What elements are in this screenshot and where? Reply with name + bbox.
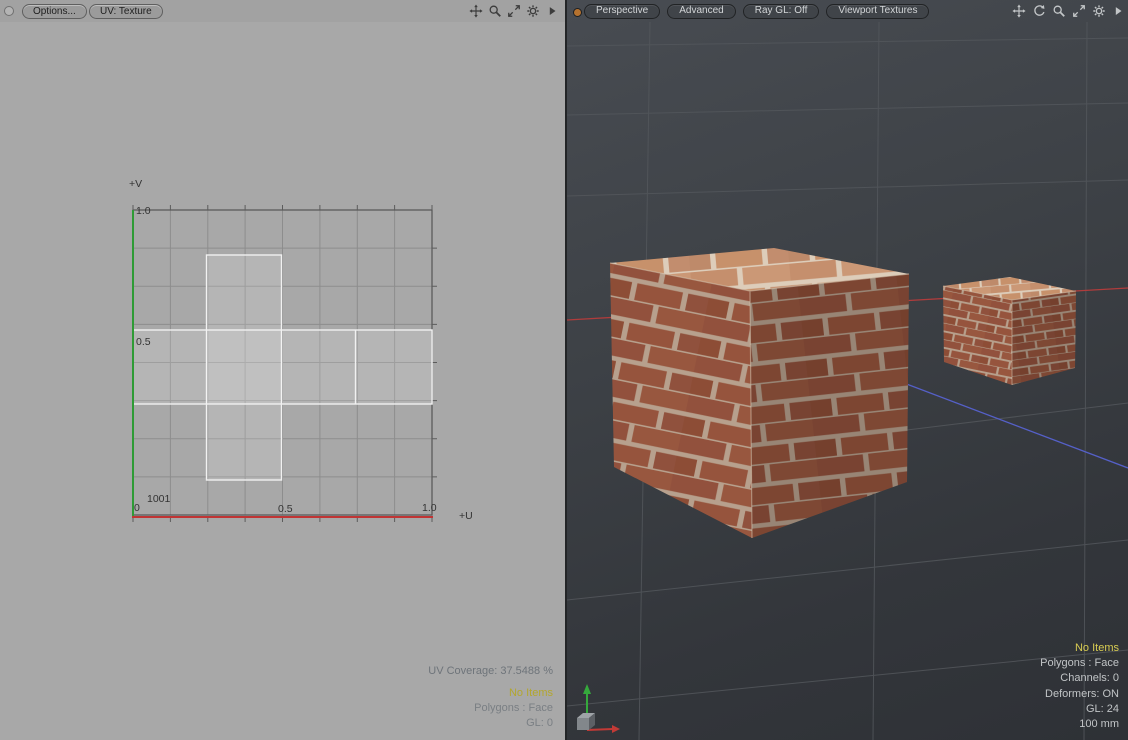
vp-channels-readout: Channels: 0 [1040,671,1119,686]
uv-polygons-readout: Polygons : Face [428,701,553,716]
zoom-icon[interactable] [1051,3,1067,19]
panel-menu-icon[interactable] [1110,3,1126,19]
uv-grid-ticks-top [133,205,432,210]
uv-label-v-mid: 0.5 [136,336,151,348]
uv-toolbar: Options... UV: Texture [0,0,565,22]
uv-selection-readout: No Items [428,686,553,701]
gear-icon[interactable] [525,3,541,19]
viewport-canvas[interactable] [567,0,1128,740]
uv-grid-ticks-right [432,248,437,477]
gizmo-x-axis [587,729,613,730]
maximize-icon[interactable] [506,3,522,19]
brick-cube-large[interactable] [610,248,909,538]
uv-mode-button[interactable]: UV: Texture [89,4,163,19]
uv-udim-label: 1001 [147,493,171,505]
options-button[interactable]: Options... [22,4,87,19]
axis-gizmo [577,684,620,733]
uv-label-u-mid: 0.5 [278,503,293,515]
uv-status-block: UV Coverage: 37.5488 % No Items Polygons… [428,664,553,731]
gizmo-cube [577,713,595,730]
viewport-status-block: No Items Polygons : Face Channels: 0 Def… [1040,641,1119,732]
viewport-textures-button[interactable]: Viewport Textures [826,4,929,19]
perspective-viewport-panel: Perspective Advanced Ray GL: Off Viewpor… [565,0,1128,740]
uv-label-u-axis: +U [459,510,473,522]
vp-polygons-readout: Polygons : Face [1040,656,1119,671]
vp-gl-readout: GL: 24 [1040,702,1119,717]
viewport-indicator-dot[interactable] [573,8,582,17]
uv-label-origin: 0 [134,502,140,514]
uv-label-v-max: 1.0 [136,205,151,217]
vp-selection-readout: No Items [1040,641,1119,656]
vp-grid-size-readout: 100 mm [1040,717,1119,732]
uv-canvas[interactable]: +V 1.0 0.5 1001 0 0.5 1.0 +U [0,0,565,740]
uv-label-v-axis: +V [129,178,142,190]
pan-icon[interactable] [1011,3,1027,19]
maximize-icon[interactable] [1071,3,1087,19]
orbit-icon[interactable] [1031,3,1047,19]
brick-cube-small[interactable] [943,277,1076,385]
modo-uv-layout: +V 1.0 0.5 1001 0 0.5 1.0 +U Options... … [0,0,1128,740]
uv-editor-panel: +V 1.0 0.5 1001 0 0.5 1.0 +U Options... … [0,0,565,740]
vp-deformers-readout: Deformers: ON [1040,687,1119,702]
zoom-icon[interactable] [487,3,503,19]
gear-icon[interactable] [1091,3,1107,19]
ray-gl-button[interactable]: Ray GL: Off [743,4,820,19]
shading-mode-button[interactable]: Advanced [667,4,735,19]
pan-icon[interactable] [468,3,484,19]
uv-coverage-readout: UV Coverage: 37.5488 % [428,664,553,679]
uv-gl-readout: GL: 0 [428,716,553,731]
uv-label-u-max: 1.0 [422,502,437,514]
panel-handle[interactable] [4,6,14,16]
panel-menu-icon[interactable] [544,3,560,19]
camera-view-button[interactable]: Perspective [584,4,660,19]
